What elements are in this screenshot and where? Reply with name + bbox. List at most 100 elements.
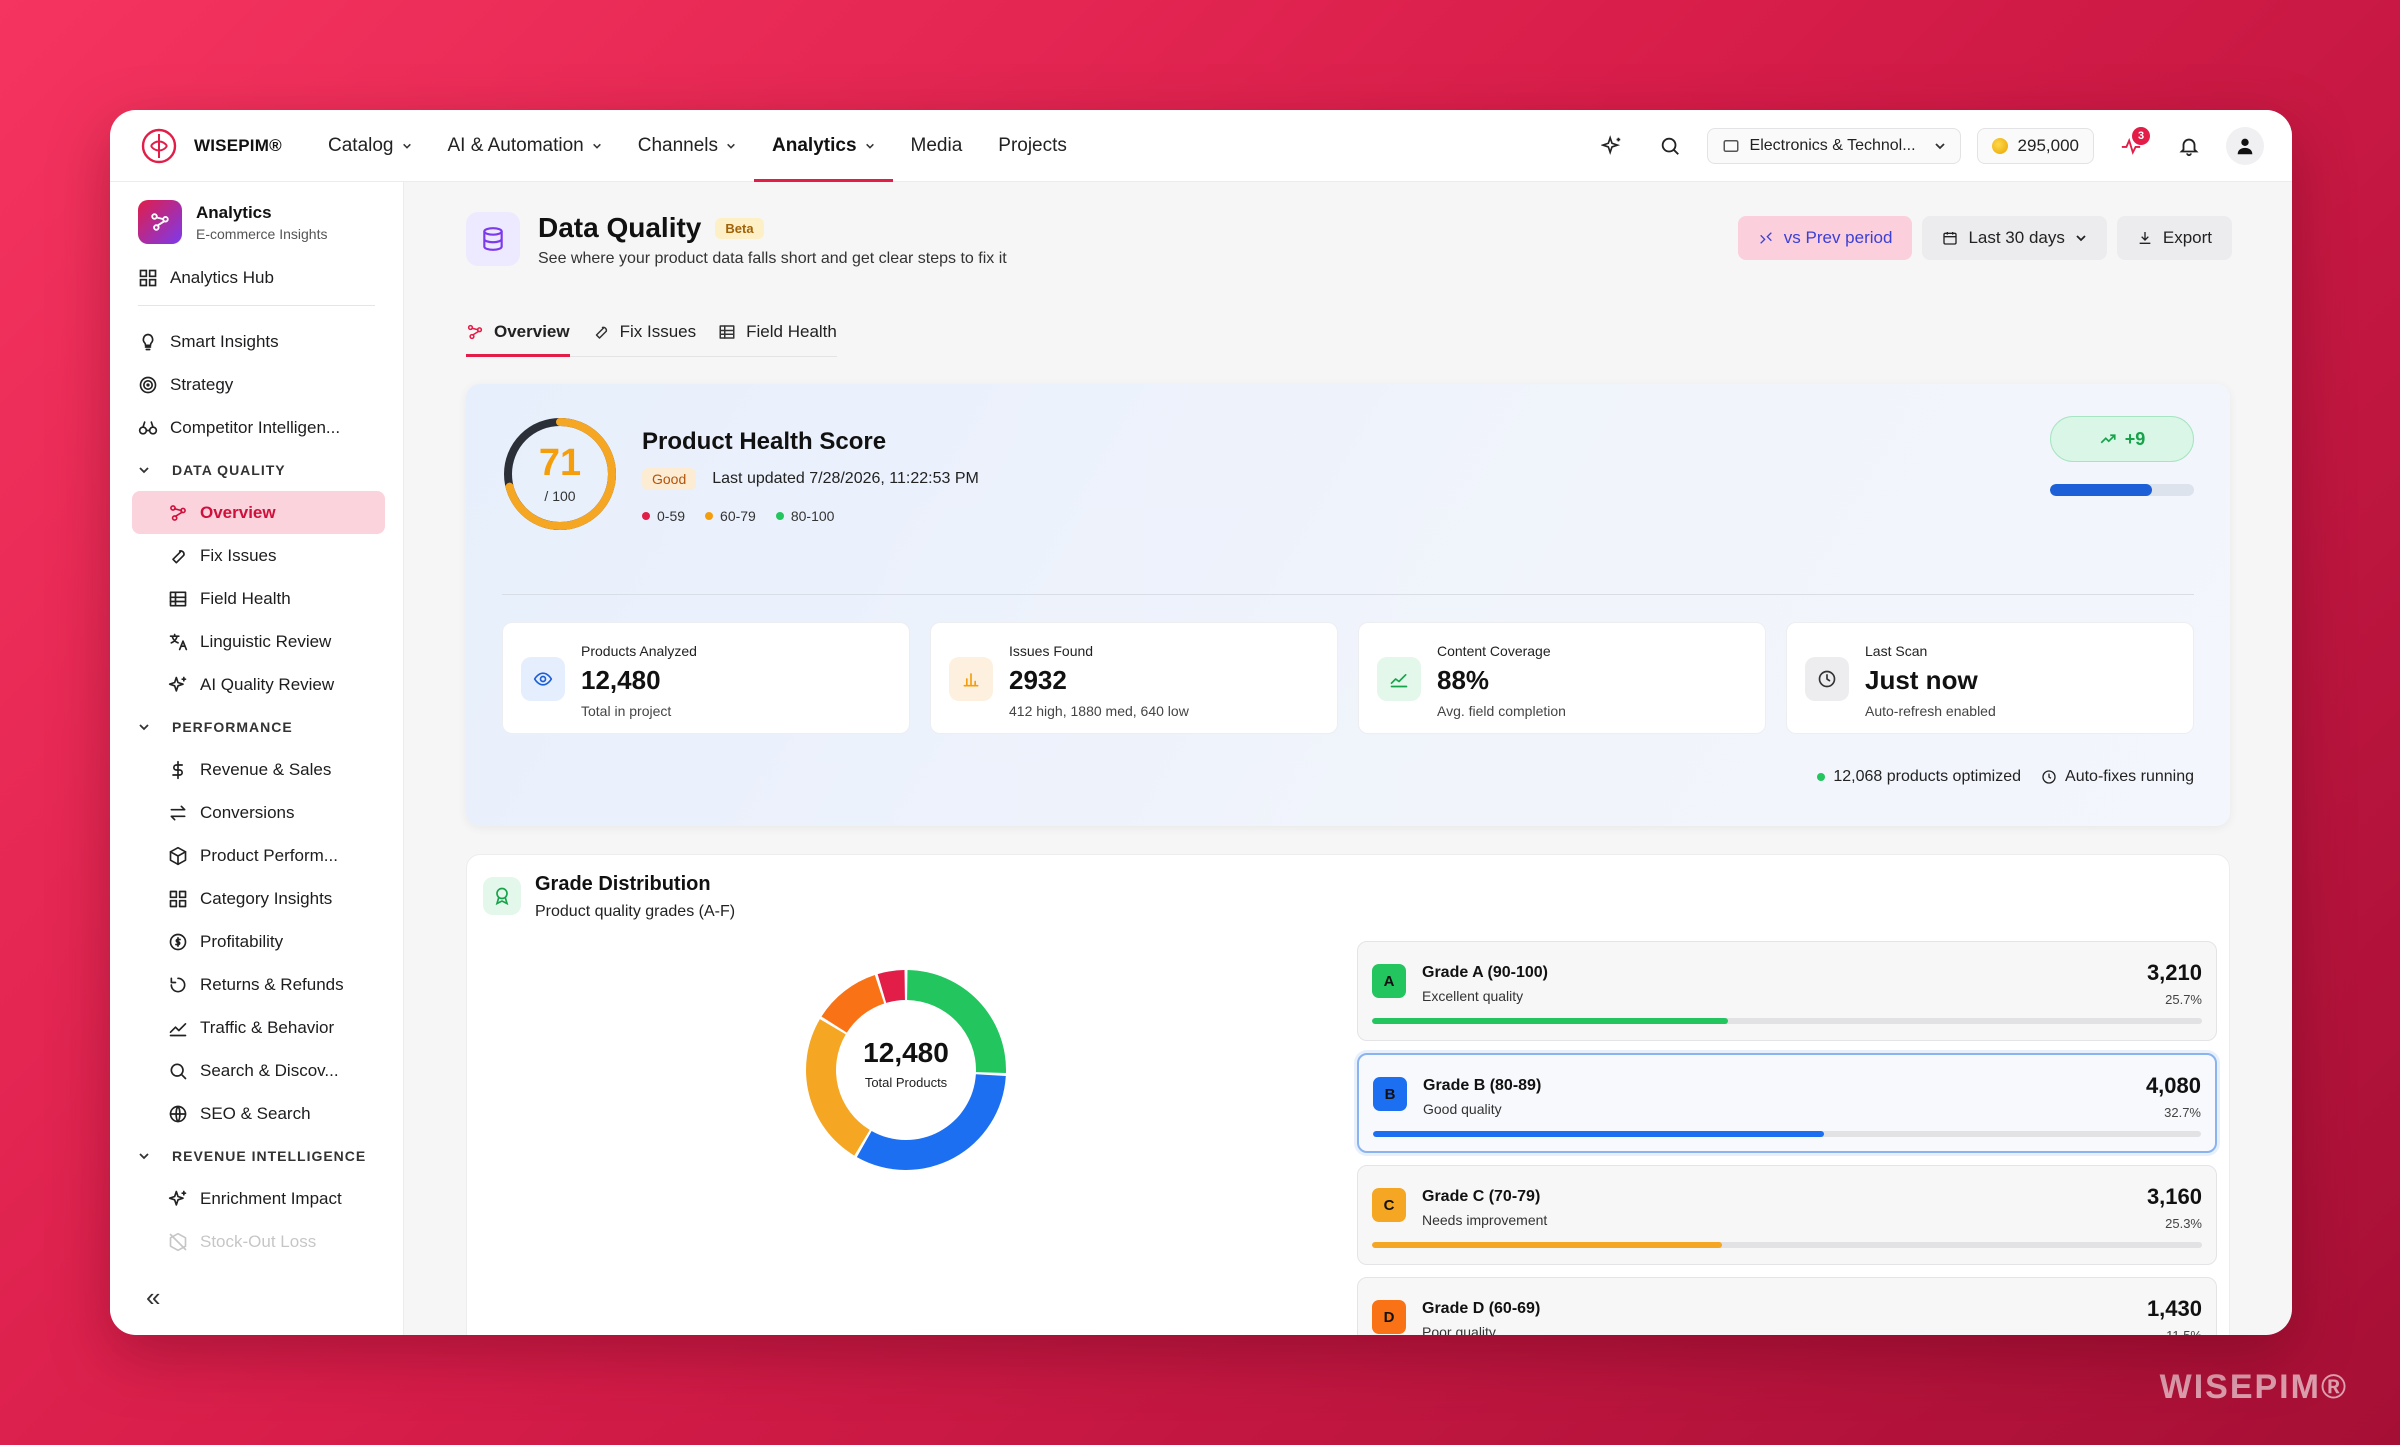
- sidebar-item-traffic-behavior[interactable]: Traffic & Behavior: [110, 1006, 403, 1049]
- search-button[interactable]: [1649, 125, 1691, 167]
- date-range-button[interactable]: Last 30 days: [1922, 216, 2107, 260]
- sidebar-item-linguistic-review[interactable]: Linguistic Review: [110, 620, 403, 663]
- user-avatar[interactable]: [2226, 126, 2264, 165]
- health-score-max: / 100: [544, 488, 576, 504]
- export-label: Export: [2162, 228, 2212, 247]
- sidebar-item-analytics-hub[interactable]: Analytics Hub: [110, 256, 403, 299]
- tab-label: Field Health: [746, 322, 837, 341]
- collapse-sidebar-button[interactable]: «: [146, 1282, 160, 1313]
- coin-icon: [1991, 137, 2008, 154]
- stat-icon: [1805, 657, 1849, 701]
- sidebar-item-ai-quality-review[interactable]: AI Quality Review: [110, 663, 403, 706]
- nav-item-channels[interactable]: Channels: [620, 110, 754, 182]
- grade-card-c[interactable]: C Grade C (70-79) Needs improvement 3,160 25…: [1357, 1165, 2217, 1265]
- grade-quality: Excellent quality: [1422, 988, 1524, 1004]
- sidebar-item-product-perform[interactable]: Product Perform...: [110, 834, 403, 877]
- wrench-icon: [595, 326, 607, 339]
- bars-icon: [963, 673, 979, 687]
- sidebar-divider: [138, 305, 375, 306]
- sidebar-item-fix-issues[interactable]: Fix Issues: [110, 534, 403, 577]
- sparkle-icon: [168, 676, 187, 692]
- tab-fix-issues[interactable]: Fix Issues: [592, 308, 696, 356]
- sidebar-item-conversions[interactable]: Conversions: [110, 791, 403, 834]
- store-selector[interactable]: Electronics & Technol...: [1706, 127, 1961, 164]
- donut-total: 12,480: [863, 1037, 949, 1068]
- autofix-text: Auto-fixes running: [2065, 768, 2194, 785]
- calendar-icon: [1943, 232, 1958, 245]
- health-score-value: 71: [538, 442, 582, 484]
- box-icon: [169, 846, 187, 865]
- sidebar-section-title: DATA QUALITY: [172, 462, 286, 478]
- stat-value: 12,480: [581, 665, 661, 695]
- sidebar-item-search-discov[interactable]: Search & Discov...: [110, 1049, 403, 1092]
- grade-bar: [1373, 1131, 2201, 1137]
- sidebar-item-field-health[interactable]: Field Health: [110, 577, 403, 620]
- sidebar-section-toggle[interactable]: PERFORMANCE: [110, 706, 403, 748]
- grade-card-b[interactable]: B Grade B (80-89) Good quality 4,080 32.7%: [1357, 1053, 2217, 1153]
- grade-letter-badge: A: [1372, 964, 1406, 998]
- target-icon: [139, 376, 157, 393]
- sidebar-item-label: Search & Discov...: [200, 1060, 339, 1080]
- globe-icon: [169, 1105, 187, 1122]
- sidebar-item-seo-search[interactable]: SEO & Search: [110, 1092, 403, 1135]
- sidebar-item-label: SEO & Search: [200, 1103, 311, 1123]
- compare-icon: [1759, 232, 1772, 244]
- stat-icon: [1377, 657, 1421, 701]
- tab-overview[interactable]: Overview: [466, 308, 570, 357]
- grade-donut-chart: 12,480 Total Products: [803, 967, 1009, 1173]
- page-subtitle: See where your product data falls short …: [538, 250, 1007, 267]
- grade-name: Grade C (70-79): [1422, 1188, 1541, 1205]
- notifications-button[interactable]: [2168, 125, 2210, 167]
- sidebar-item-label: Competitor Intelligen...: [170, 417, 341, 437]
- trend-icon: [169, 1022, 187, 1036]
- grade-card-a[interactable]: A Grade A (90-100) Excellent quality 3,210 2…: [1357, 941, 2217, 1041]
- grade-bar-fill: [1372, 1242, 1722, 1248]
- wrench-icon: [172, 549, 185, 563]
- ai-sparkle-button[interactable]: [1591, 125, 1633, 167]
- overview-icon: [467, 324, 483, 340]
- autofix-status: Auto-fixes running: [2041, 768, 2194, 786]
- stat-card: Products Analyzed 12,480 Total in project: [502, 622, 910, 734]
- sidebar-item-strategy[interactable]: Strategy: [110, 363, 403, 406]
- grade-card-d[interactable]: D Grade D (60-69) Poor quality 1,430 11.5%: [1357, 1277, 2217, 1335]
- sidebar-item-revenue-sales[interactable]: Revenue & Sales: [110, 748, 403, 791]
- sidebar-item-stock-out-loss[interactable]: Stock-Out Loss: [110, 1220, 403, 1263]
- export-button[interactable]: Export: [2116, 216, 2232, 260]
- brand-logo[interactable]: WISEPIM®: [138, 125, 310, 167]
- sidebar-item-category-insights[interactable]: Category Insights: [110, 877, 403, 920]
- grade-quality: Poor quality: [1422, 1324, 1496, 1335]
- nav-item-catalog[interactable]: Catalog: [310, 110, 430, 182]
- chevron-down-icon: [139, 467, 149, 474]
- nav-label: Channels: [637, 134, 719, 156]
- grade-letter-badge: B: [1373, 1077, 1407, 1111]
- donut-slice-D[interactable]: [821, 974, 885, 1033]
- health-score-ring: 71 / 100: [502, 416, 618, 532]
- nav-item-analytics[interactable]: Analytics: [754, 110, 894, 182]
- grade-quality: Good quality: [1423, 1101, 1502, 1117]
- grade-list: A Grade A (90-100) Excellent quality 3,210 2…: [1357, 941, 2217, 1335]
- nav-item-ai-automation[interactable]: AI & Automation: [430, 110, 620, 182]
- sidebar-item-enrichment-impact[interactable]: Enrichment Impact: [110, 1177, 403, 1220]
- sidebar-item-profitability[interactable]: Profitability: [110, 920, 403, 963]
- credits-balance[interactable]: 295,000: [1976, 127, 2094, 164]
- main-content: Data Quality Beta See where your product …: [404, 182, 2292, 1335]
- compare-period-button[interactable]: vs Prev period: [1737, 216, 1913, 260]
- stat-subtext: 412 high, 1880 med, 640 low: [1009, 703, 1189, 719]
- sidebar-item-competitor-intelligen-[interactable]: Competitor Intelligen...: [110, 406, 403, 449]
- stat-label: Last Scan: [1865, 643, 1928, 659]
- sidebar-item-returns-refunds[interactable]: Returns & Refunds: [110, 963, 403, 1006]
- sparkle-icon: [168, 1190, 187, 1206]
- score-progress-bar: [2050, 484, 2194, 496]
- nav-item-media[interactable]: Media: [893, 110, 981, 182]
- tab-field-health[interactable]: Field Health: [718, 308, 837, 356]
- sidebar-item-overview[interactable]: Overview: [132, 491, 385, 534]
- sidebar-section-toggle[interactable]: REVENUE INTELLIGENCE: [110, 1135, 403, 1177]
- optimized-status: 12,068 products optimized: [1817, 768, 2021, 786]
- stat-icon: [521, 657, 565, 701]
- score-delta-badge: +9: [2050, 416, 2194, 462]
- grade-name: Grade B (80-89): [1423, 1077, 1542, 1094]
- sidebar-section-toggle[interactable]: DATA QUALITY: [110, 449, 403, 491]
- sidebar-item-smart-insights[interactable]: Smart Insights: [110, 320, 403, 363]
- nav-item-projects[interactable]: Projects: [980, 110, 1085, 182]
- activity-button[interactable]: 3: [2110, 125, 2152, 167]
